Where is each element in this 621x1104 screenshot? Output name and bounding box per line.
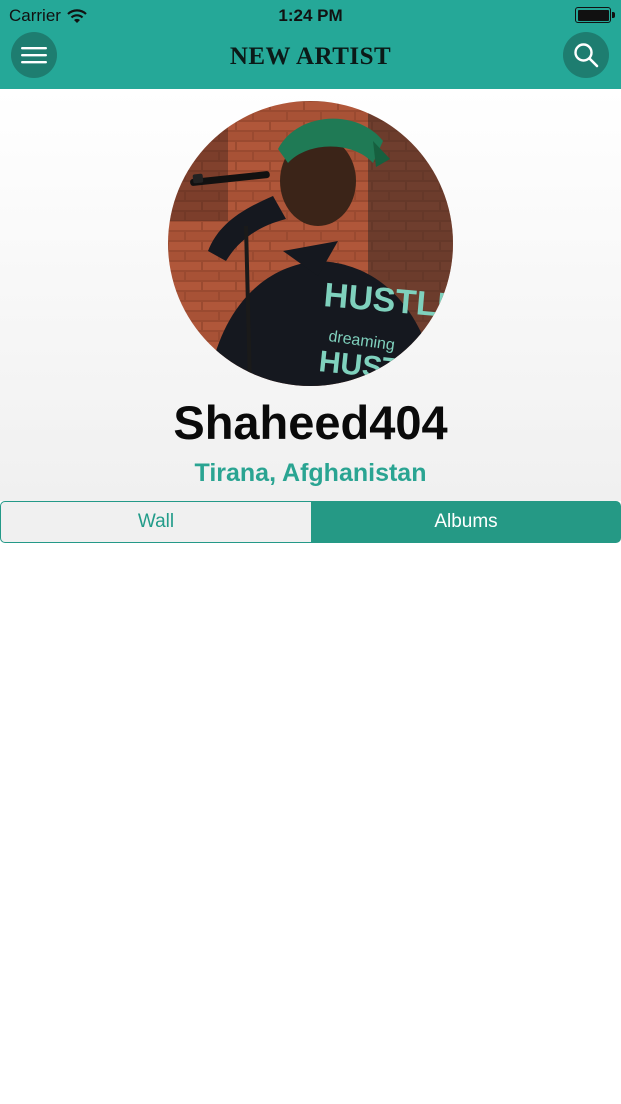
artist-photo: HUSTLE dreaming HUSTLE	[168, 101, 453, 386]
profile-tabs: Wall Albums	[0, 501, 621, 543]
tab-wall[interactable]: Wall	[0, 501, 311, 543]
profile-header: HUSTLE dreaming HUSTLE Shaheed404 Tirana…	[0, 89, 621, 501]
battery-icon	[575, 7, 615, 23]
tab-albums[interactable]: Albums	[311, 501, 621, 543]
tab-content	[0, 543, 621, 1104]
status-bar: Carrier 1:24 PM	[0, 0, 621, 32]
artist-location: Tirana, Afghanistan	[194, 459, 427, 487]
svg-text:HUSTLE: HUSTLE	[317, 345, 440, 386]
page-title: NEW ARTIST	[229, 43, 392, 70]
artist-name: Shaheed404	[173, 396, 448, 449]
status-time: 1:24 PM	[278, 6, 343, 25]
avatar[interactable]: HUSTLE dreaming HUSTLE	[168, 101, 453, 386]
battery-level	[577, 9, 609, 21]
nav-bar: NEW ARTIST	[0, 32, 621, 89]
search-icon	[574, 43, 599, 68]
search-button[interactable]	[563, 32, 609, 78]
